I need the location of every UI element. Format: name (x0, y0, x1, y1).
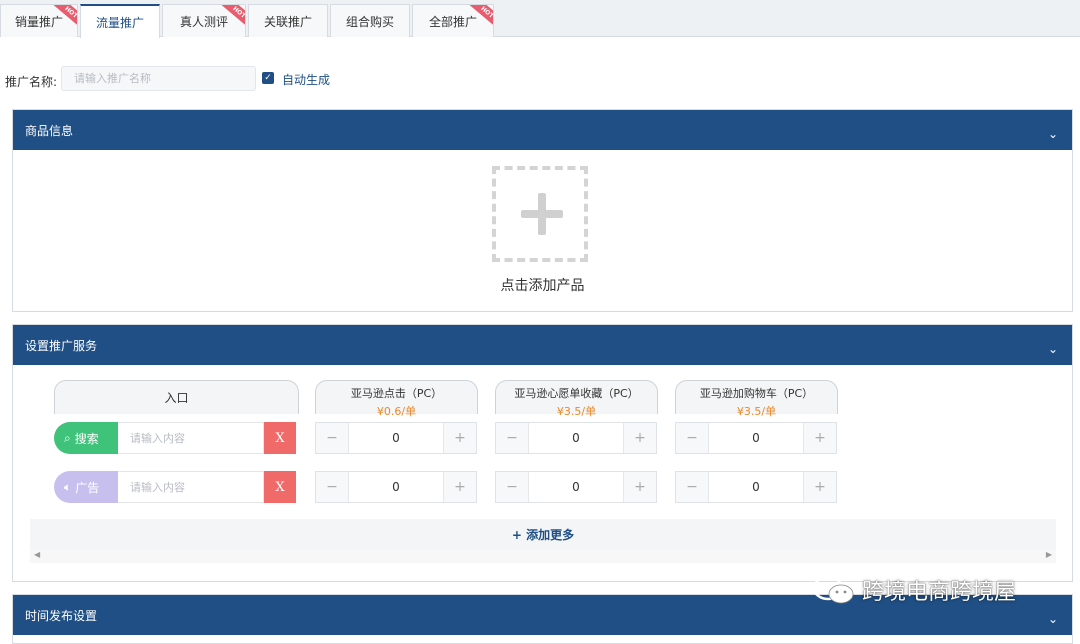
auto-generate-checkbox[interactable]: ✓ (262, 72, 274, 84)
increment-button[interactable]: + (623, 423, 656, 453)
search-keyword-input[interactable] (118, 422, 264, 454)
increment-button[interactable]: + (443, 472, 476, 502)
quantity-stepper: − 0 + (495, 422, 657, 454)
column-header-click: 亚马逊点击（PC） ¥0.6/单 (315, 380, 478, 418)
tab-label: 销量推广 (14, 14, 63, 29)
tab-label: 组合购买 (345, 14, 394, 29)
product-info-section: 商品信息 ⌄ 点击添加产品 (12, 109, 1073, 312)
auto-generate-label: 自动生成 (282, 73, 331, 87)
column-title: 亚马逊点击（PC） (350, 387, 443, 400)
promotion-name-label: 推广名称: (5, 75, 58, 89)
scroll-right-icon[interactable]: ▶ (1046, 550, 1052, 559)
column-price: ¥3.5/单 (736, 405, 777, 418)
tab-label: 真人测评 (179, 14, 228, 29)
increment-button[interactable]: + (623, 472, 656, 502)
decrement-button[interactable]: − (316, 472, 349, 502)
remove-row-button[interactable]: X (264, 422, 296, 454)
ad-entry-badge: 🔈︎ 广告 (54, 471, 118, 503)
entry-type-label: 广告 (75, 480, 100, 495)
tab-traffic-promotion[interactable]: 流量推广 (80, 4, 160, 38)
add-product-button[interactable] (492, 166, 588, 262)
search-entry-badge: ⌕ 搜索 (54, 422, 118, 454)
entry-type-label: 搜索 (74, 431, 99, 446)
section-title: 时间发布设置 (25, 608, 98, 623)
tab-bar: 销量推广 HOT 流量推广 真人测评 HOT 关联推广 组合购买 全部推广 HO… (0, 0, 1080, 38)
tab-related-promotion[interactable]: 关联推广 (248, 4, 328, 37)
section-header[interactable]: 商品信息 ⌄ (13, 110, 1072, 150)
watermark: 跨境电商跨境屋 (812, 574, 1016, 606)
wechat-icon (812, 575, 854, 604)
column-title: 亚马逊心愿单收藏（PC） (514, 387, 639, 400)
quantity-value[interactable]: 0 (529, 423, 623, 453)
tab-real-review[interactable]: 真人测评 HOT (162, 4, 246, 37)
chevron-down-icon[interactable]: ⌄ (1048, 342, 1058, 356)
increment-button[interactable]: + (443, 423, 476, 453)
decrement-button[interactable]: − (676, 423, 709, 453)
quantity-value[interactable]: 0 (709, 423, 803, 453)
column-title: 亚马逊加购物车（PC） (699, 387, 814, 400)
quantity-value[interactable]: 0 (529, 472, 623, 502)
plus-icon-bar (521, 210, 563, 218)
scroll-left-icon[interactable]: ◀ (34, 550, 40, 559)
decrement-button[interactable]: − (676, 472, 709, 502)
column-header-add-to-cart: 亚马逊加购物车（PC） ¥3.5/单 (675, 380, 838, 418)
horizontal-scrollbar[interactable]: ◀ ▶ (30, 549, 1056, 563)
tab-label: 关联推广 (263, 14, 312, 29)
entry-header-label: 入口 (164, 391, 189, 405)
quantity-stepper: − 0 + (495, 471, 657, 503)
tab-sales-promotion[interactable]: 销量推广 HOT (0, 4, 78, 37)
promotion-name-input[interactable] (61, 66, 256, 91)
quantity-value[interactable]: 0 (349, 472, 443, 502)
quantity-stepper: − 0 + (675, 471, 837, 503)
entry-column-header: 入口 (54, 380, 299, 414)
ad-keyword-input[interactable] (118, 471, 264, 503)
chevron-down-icon[interactable]: ⌄ (1048, 612, 1058, 626)
quantity-value[interactable]: 0 (349, 423, 443, 453)
tab-label: 全部推广 (428, 14, 477, 29)
tab-label: 流量推广 (95, 15, 144, 30)
column-price: ¥0.6/单 (376, 405, 417, 418)
increment-button[interactable]: + (803, 423, 836, 453)
search-icon: ⌕ (64, 430, 71, 445)
section-title: 商品信息 (25, 123, 74, 138)
quantity-stepper: − 0 + (315, 471, 477, 503)
checkmark-icon: ✓ (264, 73, 272, 83)
speaker-icon: 🔈︎ (64, 479, 72, 494)
section-header[interactable]: 设置推广服务 ⌄ (13, 325, 1072, 365)
decrement-button[interactable]: − (316, 423, 349, 453)
chevron-down-icon[interactable]: ⌄ (1048, 127, 1058, 141)
column-header-wishlist: 亚马逊心愿单收藏（PC） ¥3.5/单 (495, 380, 658, 418)
promotion-service-section: 设置推广服务 ⌄ 入口 亚马逊点击（PC） ¥0.6/单 亚马逊心愿单收藏（PC… (12, 324, 1073, 582)
quantity-stepper: − 0 + (675, 422, 837, 454)
decrement-button[interactable]: − (496, 472, 529, 502)
section-title: 设置推广服务 (25, 338, 98, 353)
remove-row-button[interactable]: X (264, 471, 296, 503)
column-price: ¥3.5/单 (556, 405, 597, 418)
increment-button[interactable]: + (803, 472, 836, 502)
add-product-label[interactable]: 点击添加产品 (13, 275, 1072, 295)
tab-bundle-purchase[interactable]: 组合购买 (330, 4, 410, 37)
tab-all-promotion[interactable]: 全部推广 HOT (412, 4, 494, 37)
add-more-button[interactable]: + 添加更多 (30, 519, 1056, 549)
watermark-text: 跨境电商跨境屋 (862, 580, 1017, 605)
quantity-value[interactable]: 0 (709, 472, 803, 502)
decrement-button[interactable]: − (496, 423, 529, 453)
quantity-stepper: − 0 + (315, 422, 477, 454)
